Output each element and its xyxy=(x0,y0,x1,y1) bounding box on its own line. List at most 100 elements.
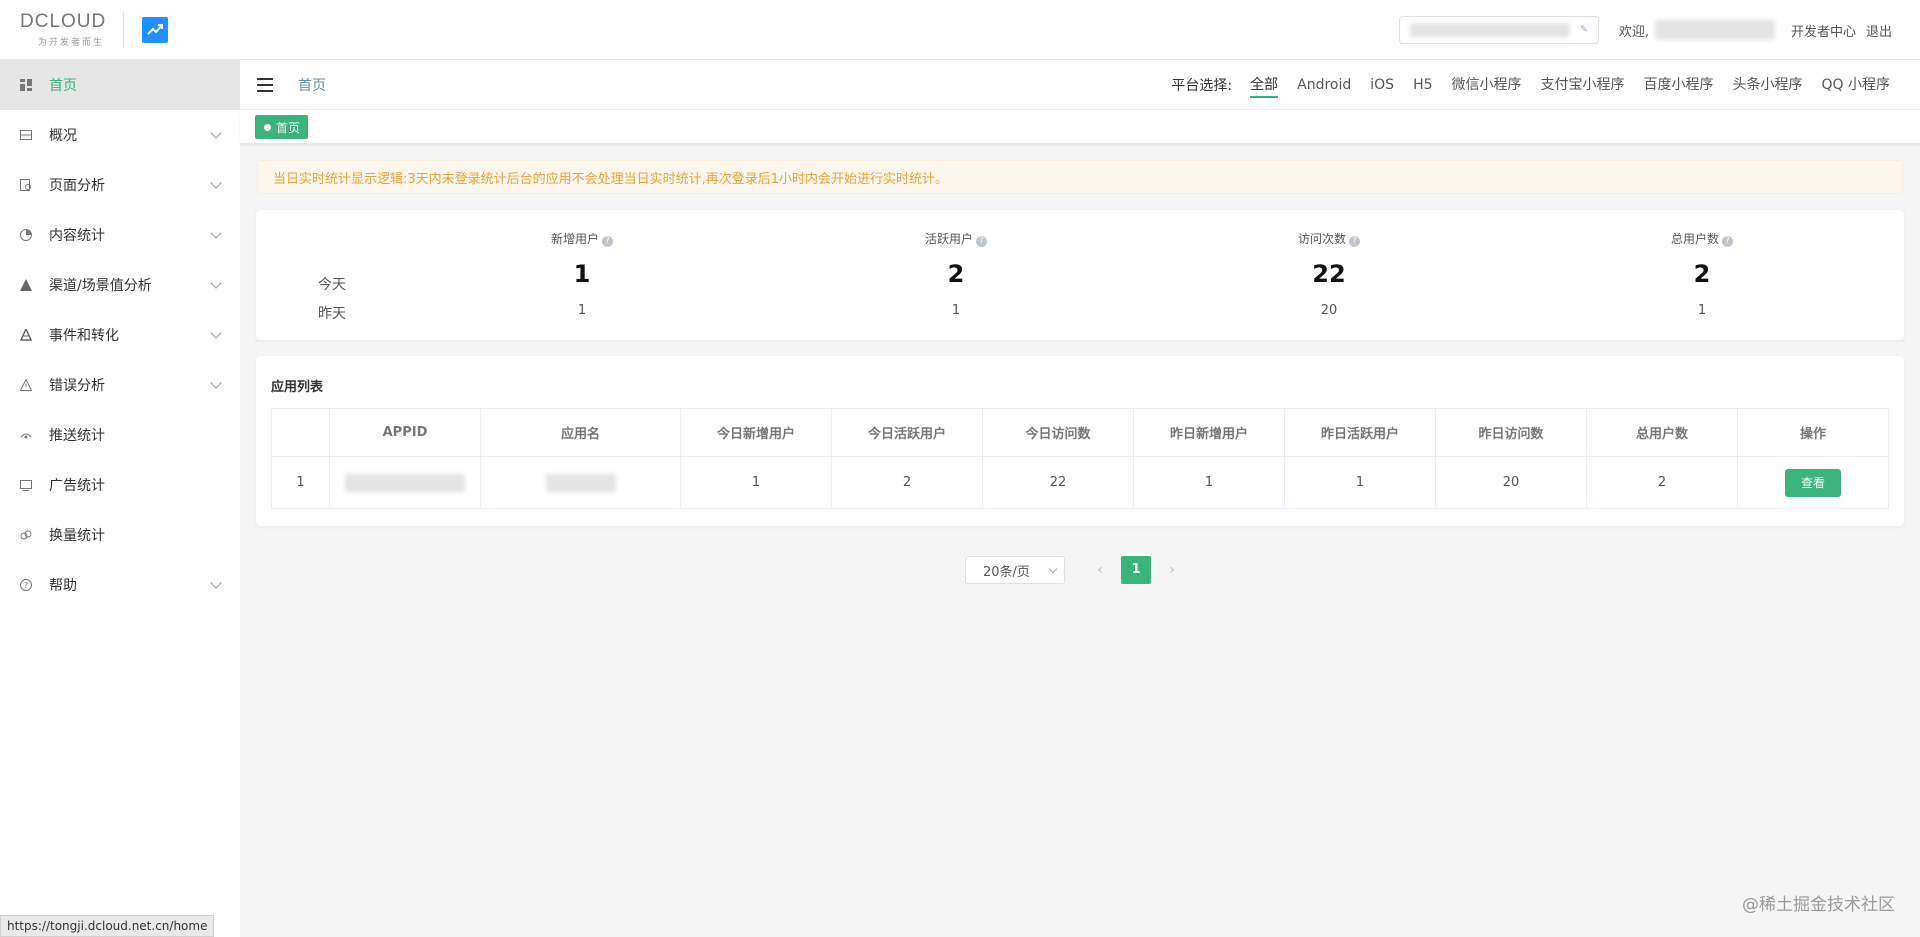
cell-today-active: 2 xyxy=(831,456,983,509)
app-table: APPID 应用名 今日新增用户 今日活跃用户 今日访问数 昨日新增用户 昨日活… xyxy=(271,408,1889,509)
sidebar-item-home[interactable]: 首页 xyxy=(0,60,240,110)
col-yest-active: 昨日活跃用户 xyxy=(1284,408,1436,457)
app-list-title: 应用列表 xyxy=(271,380,324,395)
sidebar-item-exchange-stats[interactable]: 换量统计 xyxy=(0,510,240,560)
chevron-down-icon xyxy=(210,127,222,139)
logo-slogan: 为开发者而生 xyxy=(38,37,105,48)
metric-title: 总用户数? xyxy=(1602,230,1802,247)
help-icon[interactable]: ? xyxy=(1349,236,1360,247)
col-action: 操作 xyxy=(1737,408,1889,457)
top-header: DCLOUD 为开发者而生 ✎ 欢迎, 开发者中心 退出 xyxy=(0,0,1920,60)
sidebar-item-overview[interactable]: 概况 xyxy=(0,110,240,160)
event-icon xyxy=(20,329,32,341)
platform-ios[interactable]: iOS xyxy=(1370,60,1394,110)
col-appid: APPID xyxy=(329,408,481,457)
collapse-menu-icon[interactable] xyxy=(257,77,273,92)
col-total: 总用户数 xyxy=(1586,408,1738,457)
table-header-row: APPID 应用名 今日新增用户 今日活跃用户 今日访问数 昨日新增用户 昨日活… xyxy=(271,408,1889,457)
help-icon[interactable]: ? xyxy=(1722,236,1733,247)
platform-selector: 平台选择: 全部 Android iOS H5 微信小程序 支付宝小程序 百度小… xyxy=(1171,60,1890,110)
metric-title-text: 新增用户 xyxy=(550,232,599,246)
chevron-down-icon xyxy=(210,227,222,239)
metric-yesterday-value: 20 xyxy=(1320,303,1338,318)
platform-baidu[interactable]: 百度小程序 xyxy=(1644,60,1714,110)
page-size-select[interactable]: 20条/页 xyxy=(965,556,1065,584)
col-yest-new: 昨日新增用户 xyxy=(1133,408,1285,457)
realtime-notice: 当日实时统计显示逻辑:3天内未登录统计后台的应用不会处理当日实时统计,再次登录后… xyxy=(257,160,1903,194)
dashboard-icon xyxy=(20,79,32,91)
cell-today-new: 1 xyxy=(680,456,832,509)
overview-card: 今天 昨天 新增用户? 1 1 活跃用户? 2 1 访问次数? 22 20 总用… xyxy=(256,210,1904,340)
stats-app-icon[interactable] xyxy=(142,16,168,43)
page-analysis-icon xyxy=(20,179,32,191)
row-label-yesterday: 昨天 xyxy=(318,306,346,322)
dcloud-logo[interactable]: DCLOUD 为开发者而生 xyxy=(0,0,140,60)
chevron-down-icon xyxy=(210,327,222,339)
metric-today-value: 2 xyxy=(947,260,965,288)
pagination: 20条/页 ‹ 1 › xyxy=(965,556,1187,584)
sidebar-item-label: 概况 xyxy=(49,128,77,144)
help-icon: ? xyxy=(20,579,32,591)
platform-wechat[interactable]: 微信小程序 xyxy=(1452,60,1522,110)
col-today-new: 今日新增用户 xyxy=(680,408,832,457)
app-selector[interactable]: ✎ xyxy=(1398,16,1599,44)
platform-h5[interactable]: H5 xyxy=(1413,60,1432,110)
platform-alipay[interactable]: 支付宝小程序 xyxy=(1541,60,1625,110)
metric-yesterday-value: 1 xyxy=(577,303,587,318)
sidebar-item-label: 错误分析 xyxy=(49,378,105,394)
sidebar-item-push-stats[interactable]: 推送统计 xyxy=(0,410,240,460)
logo-divider xyxy=(123,11,124,48)
exchange-icon xyxy=(20,529,32,541)
pie-icon xyxy=(20,229,32,241)
metric-title: 活跃用户? xyxy=(856,230,1056,247)
metric-today-value: 22 xyxy=(1312,260,1346,288)
table-row: 1 1 2 22 1 1 20 2 查看 xyxy=(271,456,1889,509)
sidebar-item-errors[interactable]: 错误分析 xyxy=(0,360,240,410)
platform-toutiao[interactable]: 头条小程序 xyxy=(1733,60,1803,110)
chevron-down-icon xyxy=(210,577,222,589)
sidebar-item-label: 渠道/场景值分析 xyxy=(49,278,152,294)
next-page-icon[interactable]: › xyxy=(1157,556,1187,584)
cell-appid xyxy=(329,456,481,509)
metric-today-value: 1 xyxy=(573,260,591,288)
platform-all[interactable]: 全部 xyxy=(1250,60,1279,110)
sidebar-item-channel-analysis[interactable]: 渠道/场景值分析 xyxy=(0,260,240,310)
chevron-down-icon xyxy=(210,277,222,289)
app-selector-value xyxy=(1409,23,1570,37)
sidebar-item-label: 换量统计 xyxy=(49,528,105,544)
col-index xyxy=(271,408,330,457)
top-right-area: ✎ 欢迎, 开发者中心 退出 xyxy=(1398,0,1892,60)
view-button[interactable]: 查看 xyxy=(1785,468,1841,497)
sidebar-item-content-stats[interactable]: 内容统计 xyxy=(0,210,240,260)
sidebar-item-events[interactable]: 事件和转化 xyxy=(0,310,240,360)
active-dot-icon xyxy=(264,123,271,131)
metric-yesterday-value: 1 xyxy=(951,303,961,318)
tag-home[interactable]: 首页 xyxy=(255,115,309,139)
developer-center-link[interactable]: 开发者中心 xyxy=(1791,21,1856,40)
platform-android[interactable]: Android xyxy=(1297,60,1351,110)
sidebar-item-label: 推送统计 xyxy=(49,428,105,444)
help-icon[interactable]: ? xyxy=(976,236,987,247)
sidebar-item-label: 帮助 xyxy=(49,578,77,594)
cell-index: 1 xyxy=(271,456,330,509)
prev-page-icon[interactable]: ‹ xyxy=(1085,556,1115,584)
cell-total: 2 xyxy=(1586,456,1738,509)
app-list-card: 应用列表 APPID 应用名 今日新增用户 今日活跃用户 今日访问数 昨日新增用… xyxy=(256,356,1904,526)
metric-yesterday-value: 1 xyxy=(1697,303,1707,318)
sidebar-item-ad-stats[interactable]: 广告统计 xyxy=(0,460,240,510)
breadcrumb[interactable]: 首页 xyxy=(298,75,326,95)
page-number-current[interactable]: 1 xyxy=(1121,556,1151,584)
row-label-today: 今天 xyxy=(318,277,346,293)
metric-title-text: 访问次数 xyxy=(1297,232,1346,246)
overview-icon xyxy=(20,129,32,141)
sidebar-item-label: 内容统计 xyxy=(49,228,105,244)
platform-qq[interactable]: QQ 小程序 xyxy=(1822,60,1891,110)
cell-yest-active: 1 xyxy=(1284,456,1436,509)
warning-icon xyxy=(20,379,32,391)
sidebar-item-help[interactable]: ? 帮助 xyxy=(0,560,240,610)
col-today-visits: 今日访问数 xyxy=(982,408,1134,457)
sidebar-item-page-analysis[interactable]: 页面分析 xyxy=(0,160,240,210)
logout-link[interactable]: 退出 xyxy=(1866,21,1892,40)
help-icon[interactable]: ? xyxy=(602,236,613,247)
notice-text: 当日实时统计显示逻辑:3天内未登录统计后台的应用不会处理当日实时统计,再次登录后… xyxy=(273,171,949,187)
